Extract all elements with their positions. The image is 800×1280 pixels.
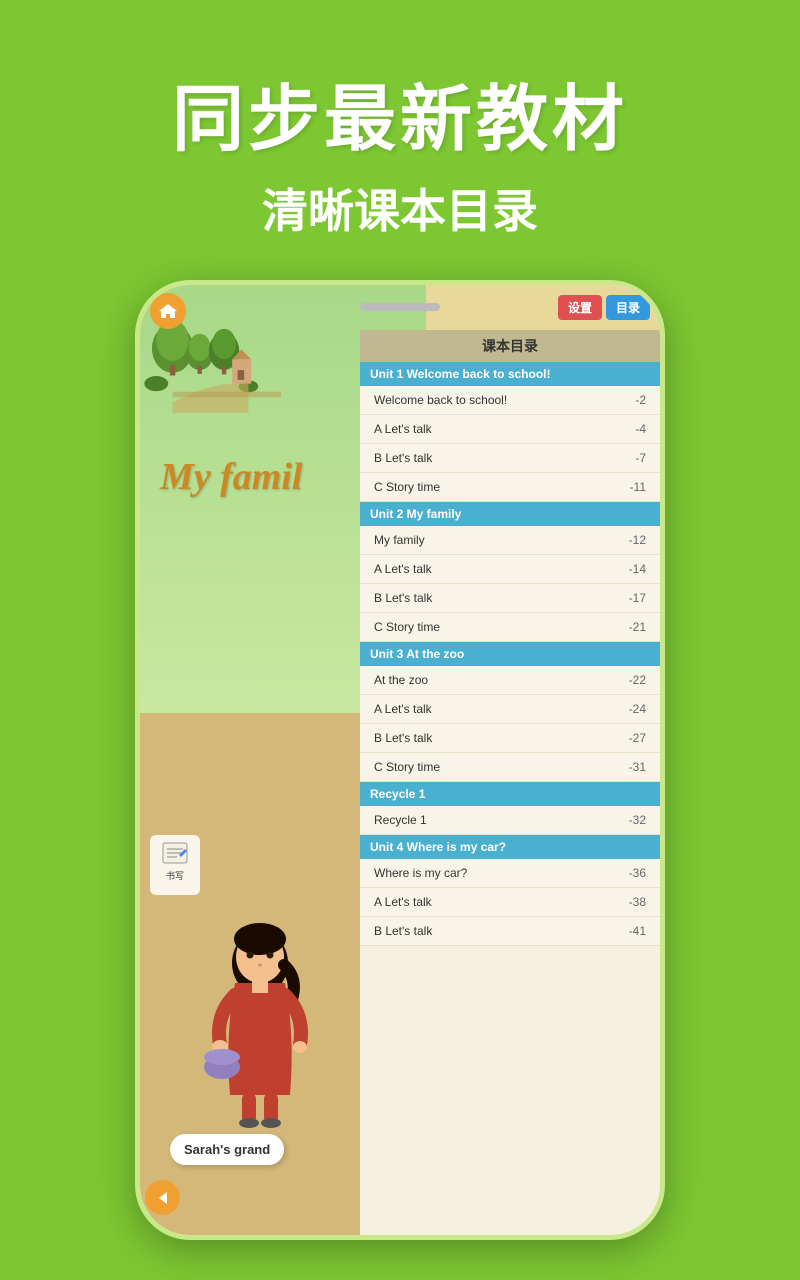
toc-header: 课本目录 [360, 330, 660, 362]
toc-item-page: -38 [616, 895, 646, 909]
toc-item-page: -31 [616, 760, 646, 774]
girl-character [200, 915, 320, 1135]
toc-item-name: B Let's talk [374, 924, 432, 938]
toc-item-page: -32 [616, 813, 646, 827]
toc-item-page: -11 [616, 480, 646, 494]
toc-item[interactable]: C Story time -21 [360, 613, 660, 642]
toc-item[interactable]: B Let's talk -41 [360, 917, 660, 946]
toc-button[interactable]: 目录 [606, 295, 650, 320]
toc-item[interactable]: B Let's talk -17 [360, 584, 660, 613]
toc-item-page: -21 [616, 620, 646, 634]
toc-item[interactable]: C Story time -31 [360, 753, 660, 782]
toc-item-name: C Story time [374, 620, 440, 634]
toc-item-name: A Let's talk [374, 562, 432, 576]
toc-item-page: -2 [616, 393, 646, 407]
toc-item[interactable]: B Let's talk -27 [360, 724, 660, 753]
toc-item[interactable]: My family -12 [360, 526, 660, 555]
toc-item-page: -7 [616, 451, 646, 465]
toc-item[interactable]: Where is my car? -36 [360, 859, 660, 888]
toc-item-name: A Let's talk [374, 422, 432, 436]
toc-item-page: -12 [616, 533, 646, 547]
toc-item[interactable]: C Story time -11 [360, 473, 660, 502]
book-illustration-title: My famil [160, 455, 302, 499]
toc-item[interactable]: Welcome back to school! -2 [360, 386, 660, 415]
toc-item-name: B Let's talk [374, 591, 432, 605]
toc-item[interactable]: A Let's talk -14 [360, 555, 660, 584]
toc-item-name: Where is my car? [374, 866, 467, 880]
toc-item-page: -36 [616, 866, 646, 880]
unit-header-unit2[interactable]: Unit 2 My family [360, 502, 660, 526]
toc-item-name: Welcome back to school! [374, 393, 507, 407]
unit-header-recycle1[interactable]: Recycle 1 [360, 782, 660, 806]
toc-item-page: -22 [616, 673, 646, 687]
writing-tool-icon[interactable]: 书写 [150, 835, 200, 895]
toc-item-page: -17 [616, 591, 646, 605]
toc-item[interactable]: A Let's talk -4 [360, 415, 660, 444]
toc-item-name: My family [374, 533, 425, 547]
page-subtitle: 清晰课本目录 [0, 175, 800, 241]
toc-item-name: Recycle 1 [374, 813, 427, 827]
toc-panel[interactable]: 课本目录 Unit 1 Welcome back to school!Welco… [360, 330, 660, 1235]
unit-header-unit3[interactable]: Unit 3 At the zoo [360, 642, 660, 666]
toc-item-name: At the zoo [374, 673, 428, 687]
unit-header-unit1[interactable]: Unit 1 Welcome back to school! [360, 362, 660, 386]
toc-item[interactable]: A Let's talk -38 [360, 888, 660, 917]
settings-button[interactable]: 设置 [558, 295, 602, 320]
toc-item-page: -24 [616, 702, 646, 716]
prev-page-button[interactable] [145, 1180, 180, 1215]
speech-bubble: Sarah's grand [170, 1134, 284, 1165]
unit-header-unit4[interactable]: Unit 4 Where is my car? [360, 835, 660, 859]
phone-frame: My famil [135, 280, 665, 1240]
toc-item-page: -41 [616, 924, 646, 938]
toc-item[interactable]: A Let's talk -24 [360, 695, 660, 724]
writing-label: 书写 [166, 869, 184, 882]
page-title: 同步最新教材 [0, 60, 800, 165]
toc-item-name: B Let's talk [374, 451, 432, 465]
home-button[interactable] [150, 293, 186, 329]
toc-item-page: -4 [616, 422, 646, 436]
phone-speaker [360, 303, 440, 311]
toc-item-name: C Story time [374, 480, 440, 494]
toc-content: Unit 1 Welcome back to school!Welcome ba… [360, 362, 660, 946]
toc-item[interactable]: At the zoo -22 [360, 666, 660, 695]
toc-item-name: A Let's talk [374, 702, 432, 716]
toc-item-name: B Let's talk [374, 731, 432, 745]
toc-item-page: -27 [616, 731, 646, 745]
toc-item-name: A Let's talk [374, 895, 432, 909]
toc-item-name: C Story time [374, 760, 440, 774]
toc-item[interactable]: B Let's talk -7 [360, 444, 660, 473]
top-bar: 设置 目录 [558, 295, 650, 320]
toc-item-page: -14 [616, 562, 646, 576]
toc-item[interactable]: Recycle 1 -32 [360, 806, 660, 835]
